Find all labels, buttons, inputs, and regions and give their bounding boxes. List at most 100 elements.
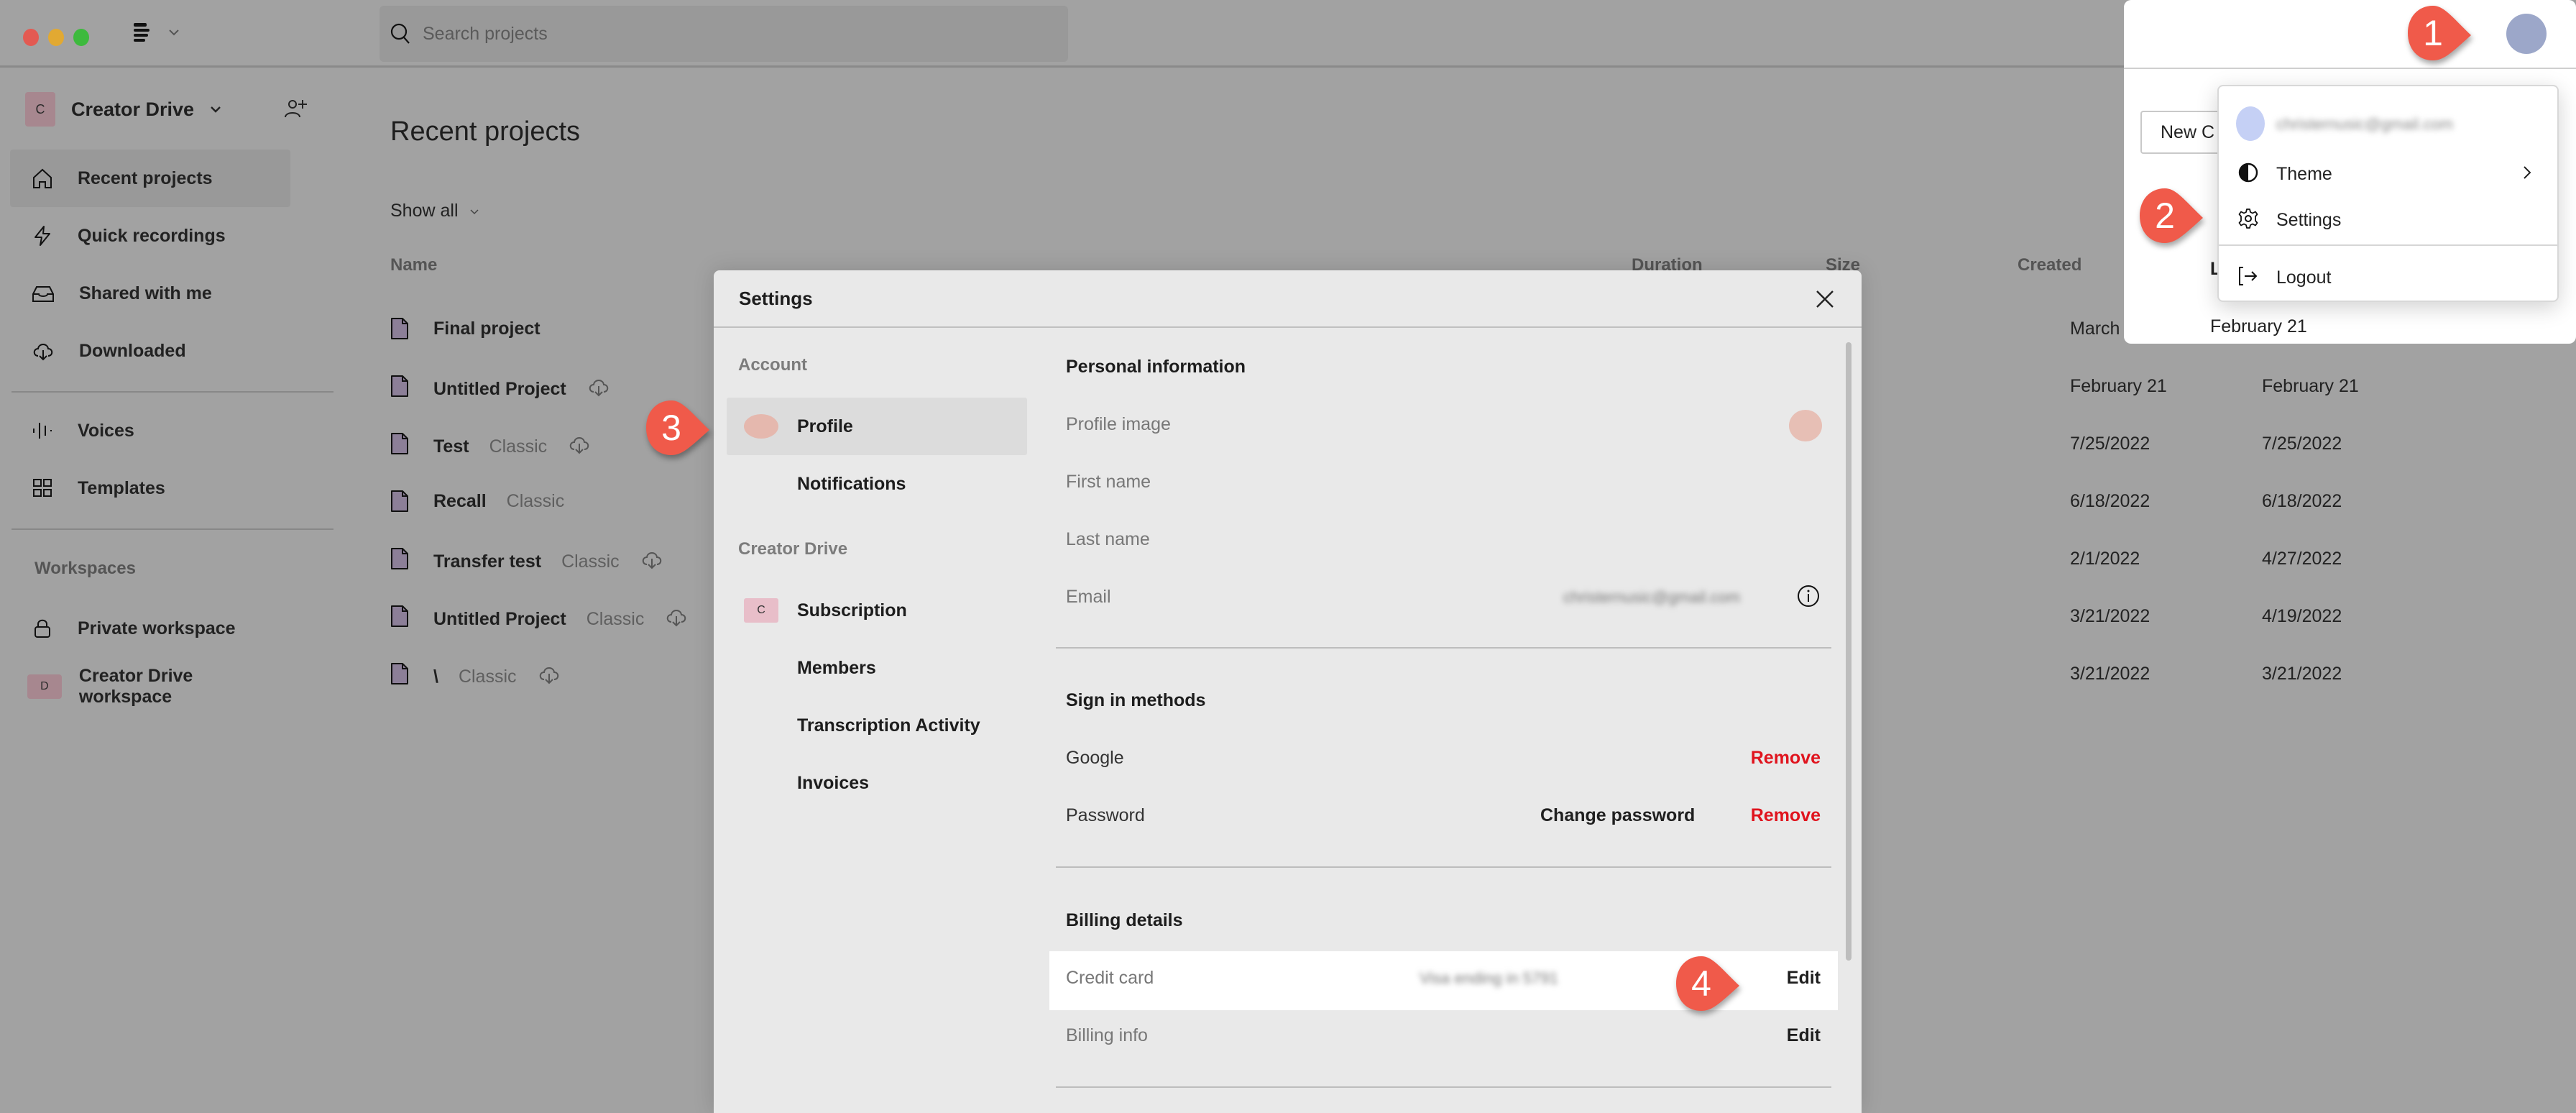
close-button[interactable] (1813, 288, 1836, 311)
home-icon (33, 168, 52, 188)
filter-label: Show all (390, 201, 459, 221)
profile-image-avatar[interactable] (1789, 410, 1822, 441)
menu-item-logout[interactable]: Logout (2219, 255, 2557, 301)
settings-nav-label: Transcription Activity (797, 715, 980, 736)
workspace-section-label: Creator Drive (738, 539, 848, 559)
settings-nav-members[interactable]: Members (727, 639, 1027, 697)
project-title: Test (433, 436, 469, 457)
column-header-name[interactable]: Name (390, 255, 437, 275)
credit-card-value: Visa ending in 5791 (1420, 969, 1558, 987)
info-icon[interactable] (1796, 584, 1821, 612)
search-icon (390, 23, 410, 44)
search-input[interactable] (423, 23, 998, 45)
cloud-download-icon[interactable] (537, 664, 561, 690)
app-menu-button[interactable] (132, 22, 180, 43)
sidebar-divider (12, 528, 334, 530)
workspace-name: Creator Drive (71, 98, 195, 120)
section-divider (1056, 866, 1831, 868)
user-avatar-button[interactable] (2506, 14, 2547, 54)
close-window-button[interactable] (23, 29, 39, 46)
change-password-button[interactable]: Change password (1540, 805, 1695, 826)
project-title: Untitled Project (433, 609, 566, 629)
app-logo-icon (134, 23, 150, 42)
sidebar-item-private-workspace[interactable]: Private workspace (10, 600, 290, 657)
sidebar-item-label: Private workspace (78, 618, 236, 638)
project-name[interactable]: Untitled Project (433, 376, 611, 403)
section-divider (1056, 647, 1831, 649)
menu-item-theme[interactable]: Theme (2219, 151, 2557, 197)
account-section-label: Account (738, 355, 807, 375)
project-title: Final project (433, 319, 540, 339)
project-title: Transfer test (433, 551, 542, 572)
settings-nav-label: Members (797, 657, 876, 678)
column-header-created[interactable]: Created (2018, 255, 2082, 275)
sidebar-item-label: Shared with me (79, 283, 212, 303)
edit-credit-card-button[interactable]: Edit (1787, 968, 1821, 989)
sidebar-item-label: Quick recordings (78, 225, 226, 246)
inbox-icon (32, 286, 54, 302)
project-name[interactable]: Transfer test Classic (433, 549, 664, 575)
sidebar-item-label: Creator Drive workspace (78, 666, 193, 707)
sidebar-item-label: Downloaded (79, 340, 186, 361)
project-created: 6/18/2022 (2070, 491, 2150, 511)
filter-dropdown[interactable]: Show all (390, 201, 479, 221)
chevron-down-icon (169, 29, 179, 36)
remove-password-button[interactable]: Remove (1751, 805, 1821, 826)
sidebar-item-shared-with-me[interactable]: Shared with me (10, 265, 290, 322)
project-modified: 6/18/2022 (2262, 491, 2342, 511)
cloud-download-icon[interactable] (586, 376, 611, 403)
cloud-download-icon[interactable] (640, 549, 664, 575)
sidebar-item-templates[interactable]: Templates (10, 459, 290, 517)
project-name[interactable]: Recall Classic (433, 491, 564, 512)
edit-billing-info-button[interactable]: Edit (1787, 1025, 1821, 1046)
sidebar-item-label: Voices (78, 420, 134, 441)
sidebar: C Creator Drive Recent projects Quick re… (0, 70, 338, 1113)
settings-nav-invoices[interactable]: Invoices (727, 754, 1027, 812)
scrollbar[interactable] (1846, 342, 1852, 961)
email-value: christernusic@gmail.com (1563, 588, 1741, 606)
workspace-switcher[interactable]: C Creator Drive (25, 92, 221, 127)
account-email: christernusic@gmail.com (2276, 115, 2454, 133)
workspace-badge: C (25, 92, 55, 127)
project-modified: 4/19/2022 (2262, 606, 2342, 626)
settings-nav-notifications[interactable]: Notifications (727, 455, 1027, 513)
menu-item-label: Logout (2276, 267, 2332, 288)
callout-badge-4: 4 (1675, 953, 1744, 1014)
project-name[interactable]: \ Classic (433, 664, 561, 690)
profile-image-label: Profile image (1066, 414, 1171, 434)
file-icon (390, 317, 409, 344)
page-title: Recent projects (390, 116, 581, 147)
grid-icon (33, 479, 52, 497)
cloud-download-icon[interactable] (664, 606, 689, 633)
minimize-window-button[interactable] (48, 29, 64, 46)
settings-nav-profile[interactable]: Profile (727, 398, 1027, 455)
settings-nav-label: Invoices (797, 772, 870, 793)
project-tag: Classic (561, 551, 620, 572)
billing-details-heading: Billing details (1066, 910, 1183, 930)
workspaces-heading: Workspaces (34, 559, 136, 578)
settings-nav-label: Notifications (797, 473, 906, 494)
callout-number: 2 (2155, 196, 2175, 236)
billing-info-label: Billing info (1066, 1025, 1148, 1045)
maximize-window-button[interactable] (73, 29, 89, 46)
project-name[interactable]: Test Classic (433, 434, 592, 460)
credit-card-label: Credit card (1066, 968, 1154, 988)
sidebar-item-voices[interactable]: Voices (10, 402, 290, 459)
project-created: February 21 (2070, 376, 2167, 396)
last-name-label[interactable]: Last name (1066, 529, 1150, 550)
project-name[interactable]: Untitled Project Classic (433, 606, 689, 633)
sidebar-item-creator-drive-workspace[interactable]: D Creator Drive workspace (10, 658, 290, 715)
settings-nav-subscription[interactable]: C Subscription (727, 582, 1027, 639)
sidebar-item-recent-projects[interactable]: Recent projects (10, 150, 290, 207)
add-member-icon[interactable] (284, 97, 308, 125)
project-name[interactable]: Final project (433, 319, 540, 339)
search-bar[interactable] (380, 6, 1068, 62)
menu-item-settings[interactable]: Settings (2219, 197, 2557, 243)
cloud-download-icon[interactable] (567, 434, 592, 460)
sidebar-item-downloaded[interactable]: Downloaded (10, 322, 290, 380)
settings-nav-transcription-activity[interactable]: Transcription Activity (727, 697, 1027, 754)
personal-info-heading: Personal information (1066, 357, 1246, 377)
sidebar-item-quick-recordings[interactable]: Quick recordings (10, 207, 290, 265)
first-name-label[interactable]: First name (1066, 472, 1151, 493)
remove-google-button[interactable]: Remove (1751, 748, 1821, 769)
